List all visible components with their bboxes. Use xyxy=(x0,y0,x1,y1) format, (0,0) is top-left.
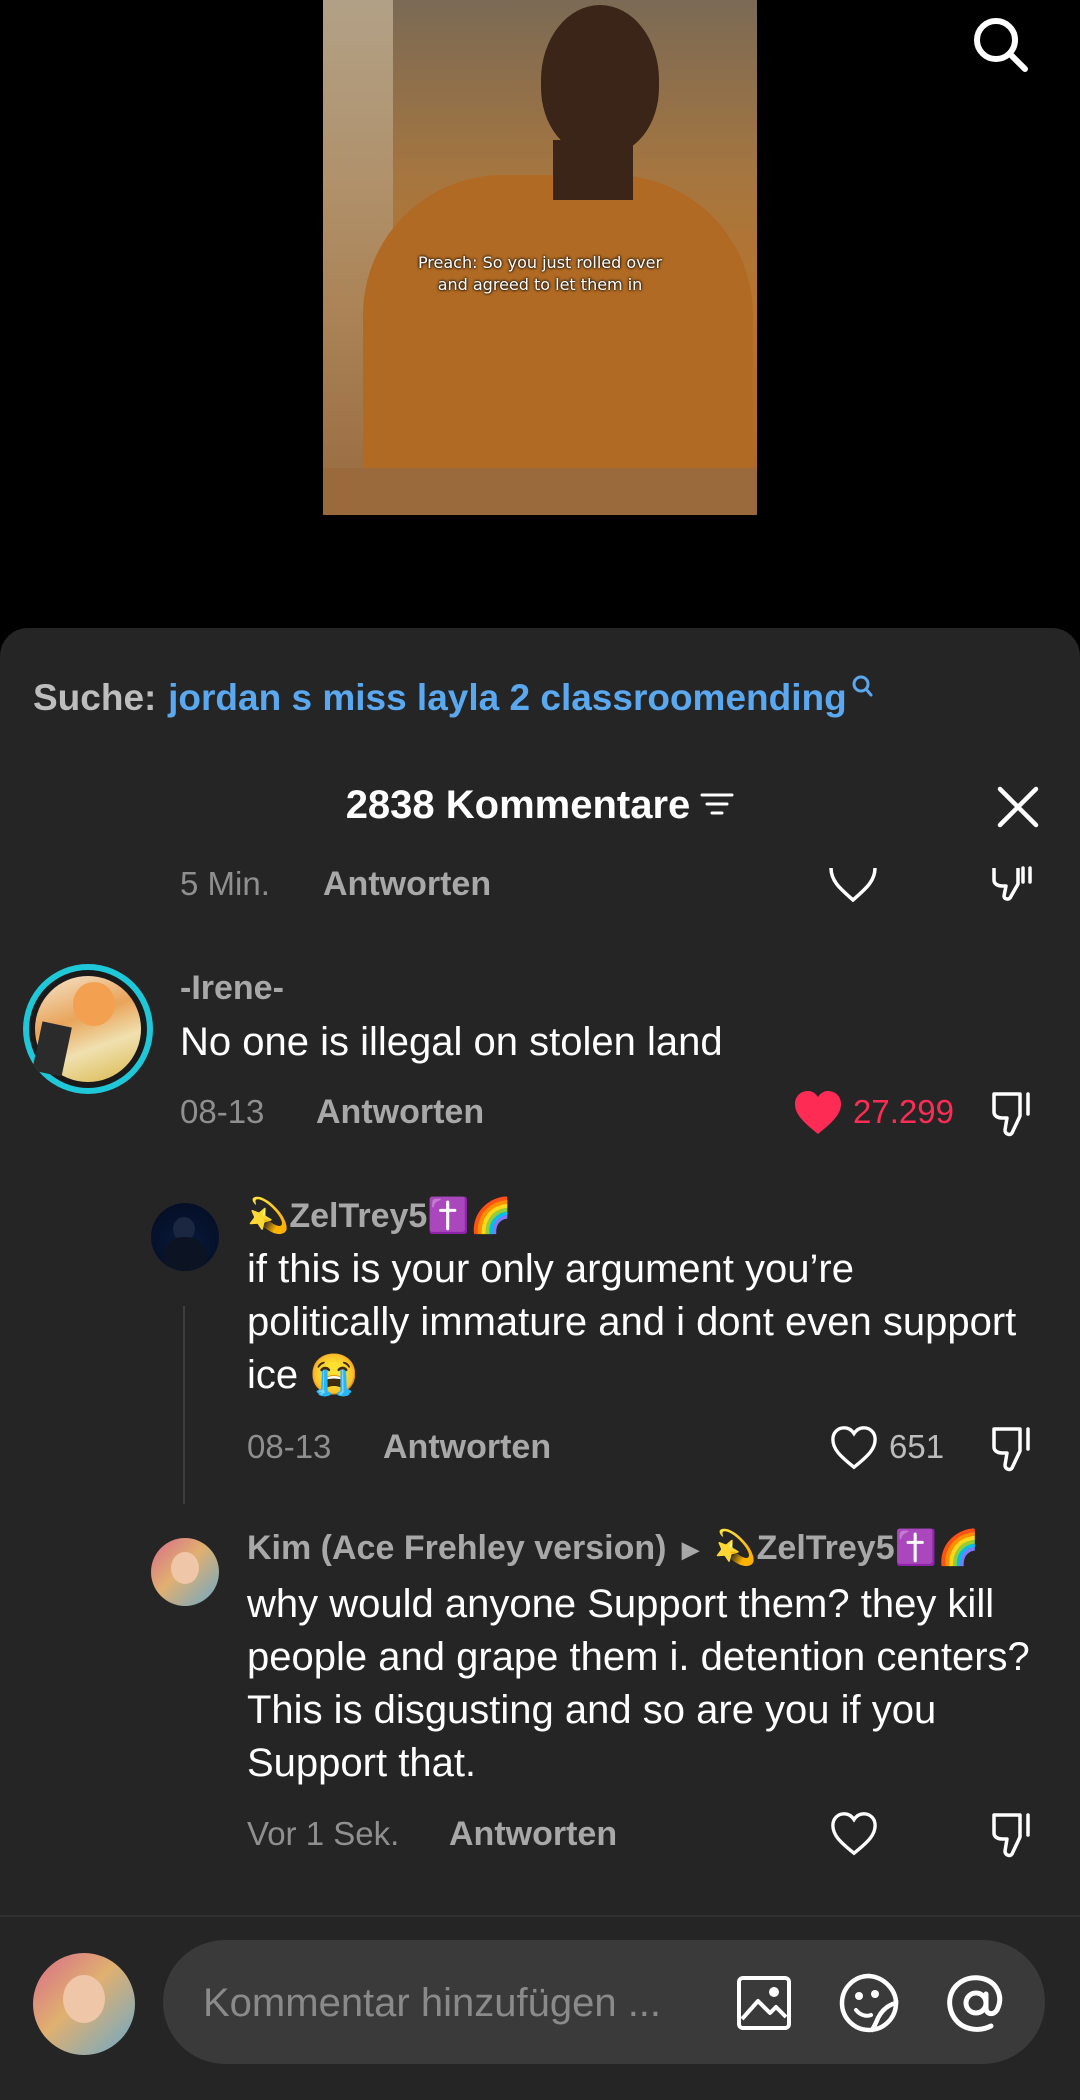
like-count: 651 xyxy=(889,1428,945,1465)
comment-time: 08-13 xyxy=(247,1428,332,1465)
video-subtitle: Preach: So you just rolled over and agre… xyxy=(390,252,690,296)
comment-username[interactable]: 💫ZelTrey5✝️🌈 xyxy=(247,1194,512,1238)
comment-text: No one is illegal on stolen land xyxy=(180,1020,723,1064)
reply-to-username[interactable]: 💫ZelTrey5✝️🌈 xyxy=(714,1529,979,1567)
comment-input-placeholder[interactable]: Kommentar hinzufügen ... xyxy=(203,1978,661,2028)
reply-header: Kim (Ace Frehley version) ▶ 💫ZelTrey5✝️🌈 xyxy=(247,1526,979,1572)
subtitle-line-2: and agreed to let them in xyxy=(437,275,643,294)
search-suggestion[interactable]: Suche: jordan s miss layla 2 classroomen… xyxy=(33,670,873,726)
heart-icon[interactable] xyxy=(830,1811,878,1857)
video-player[interactable]: Preach: So you just rolled over and agre… xyxy=(0,0,1080,630)
my-avatar[interactable] xyxy=(33,1953,135,2055)
comment-time: 5 Min. xyxy=(180,865,270,902)
dislike-icon[interactable] xyxy=(990,866,1036,902)
reply-button[interactable]: Antworten xyxy=(383,1427,551,1467)
avatar[interactable] xyxy=(151,1203,219,1271)
comments-count-title: 2838 Kommentare xyxy=(345,783,691,827)
search-icon xyxy=(852,675,873,697)
avatar[interactable] xyxy=(23,964,153,1094)
video-bottom-strip xyxy=(323,468,757,515)
close-icon[interactable] xyxy=(995,784,1041,830)
search-suggestion-prefix: Suche: xyxy=(33,677,157,718)
dislike-icon[interactable] xyxy=(990,1811,1036,1859)
reply-button[interactable]: Antworten xyxy=(323,864,491,904)
comment-text: if this is your only argument you’re pol… xyxy=(247,1247,1017,1397)
subtitle-line-1: Preach: So you just rolled over xyxy=(417,253,663,272)
filter-icon[interactable] xyxy=(700,789,734,819)
video-figure-shirt xyxy=(363,175,753,475)
video-figure-head xyxy=(541,5,659,155)
avatar[interactable] xyxy=(151,1538,219,1606)
search-suggestion-query[interactable]: jordan s miss layla 2 classroomending xyxy=(168,677,847,718)
like-count: 27.299 xyxy=(853,1093,954,1130)
reply-button[interactable]: Antworten xyxy=(316,1092,484,1132)
comment-text: why would anyone Support them? they kill… xyxy=(247,1582,1030,1785)
heart-icon[interactable] xyxy=(830,1425,878,1471)
dislike-icon[interactable] xyxy=(990,1090,1036,1138)
emoji-icon[interactable] xyxy=(838,1972,900,2034)
comment-time: Vor 1 Sek. xyxy=(247,1815,400,1852)
search-icon[interactable] xyxy=(970,14,1030,74)
comment-username[interactable]: -Irene- xyxy=(180,966,284,1010)
thread-line xyxy=(183,1306,185,1504)
heart-icon[interactable] xyxy=(793,1090,843,1136)
heart-icon[interactable] xyxy=(828,868,878,902)
reply-button[interactable]: Antworten xyxy=(449,1814,617,1854)
mention-icon[interactable] xyxy=(945,1972,1007,2034)
dislike-icon[interactable] xyxy=(990,1425,1036,1473)
divider xyxy=(0,1915,1080,1917)
comment-username[interactable]: Kim (Ace Frehley version) xyxy=(247,1529,666,1567)
comments-header: 2838 Kommentare xyxy=(0,780,1080,830)
reply-arrow-icon: ▶ xyxy=(681,1537,699,1563)
comment-time: 08-13 xyxy=(180,1093,265,1130)
image-icon[interactable] xyxy=(736,1975,792,2031)
